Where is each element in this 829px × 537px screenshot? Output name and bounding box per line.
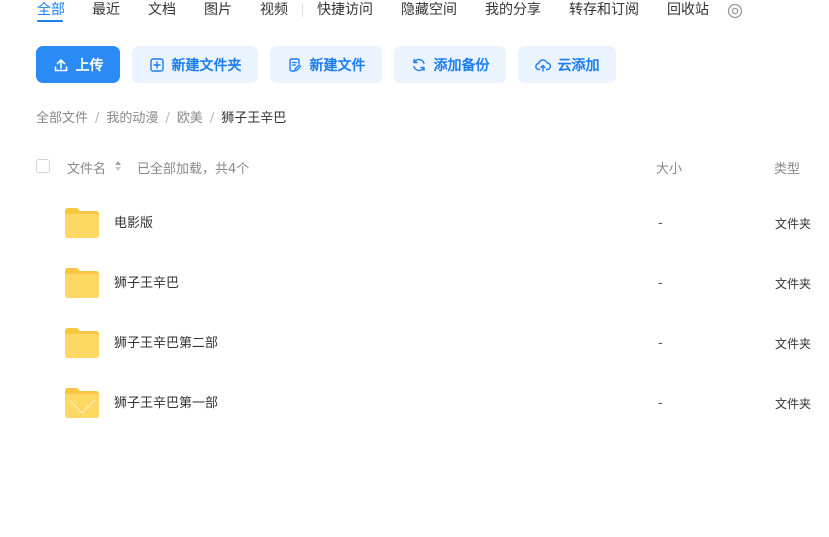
column-header-type[interactable]: 类型	[774, 158, 800, 177]
file-row[interactable]: 狮子王辛巴第一部 - 文件夹	[0, 374, 829, 434]
folder-icon	[64, 207, 100, 239]
breadcrumb-item-western[interactable]: 欧美	[177, 111, 203, 126]
new-file-label: 新建文件	[309, 57, 366, 74]
file-list-header: 文件名 已全部加载，共4个 大小 类型	[0, 155, 829, 179]
file-name[interactable]: 电影版	[114, 215, 153, 233]
file-size: -	[658, 336, 663, 351]
file-name[interactable]: 狮子王辛巴第二部	[114, 335, 218, 353]
file-size: -	[658, 276, 663, 291]
tab-hidden-space[interactable]: 隐藏空间	[401, 1, 457, 19]
sync-icon	[411, 57, 427, 73]
file-name[interactable]: 狮子王辛巴第一部	[114, 395, 218, 413]
tab-recent[interactable]: 最近	[92, 1, 120, 19]
sort-icon[interactable]	[114, 160, 122, 172]
new-file-icon	[287, 57, 303, 73]
tab-my-shares[interactable]: 我的分享	[485, 1, 541, 19]
file-row[interactable]: 狮子王辛巴 - 文件夹	[0, 254, 829, 314]
tab-divider	[302, 4, 303, 17]
cloud-add-button[interactable]: 云添加	[518, 46, 616, 83]
tab-all[interactable]: 全部	[37, 1, 65, 19]
breadcrumb-item-my-anime[interactable]: 我的动漫	[106, 111, 158, 126]
new-folder-label: 新建文件夹	[171, 57, 242, 74]
upload-icon	[53, 57, 69, 73]
breadcrumb-item-current: 狮子王辛巴	[221, 111, 287, 126]
breadcrumb-separator: /	[165, 111, 170, 126]
breadcrumb-separator: /	[95, 111, 100, 126]
column-header-name[interactable]: 文件名	[67, 158, 106, 177]
folder-icon	[64, 387, 100, 419]
active-tab-indicator	[37, 20, 63, 22]
settings-icon[interactable]	[727, 3, 743, 19]
cloud-upload-icon	[534, 57, 551, 73]
add-backup-button[interactable]: 添加备份	[394, 46, 506, 83]
category-tabs: 全部 最近 文档 图片 视频 快捷访问 隐藏空间 我的分享 转存和订阅 回收站	[0, 0, 829, 24]
select-all-checkbox[interactable]	[36, 159, 50, 173]
breadcrumb-separator: /	[209, 111, 215, 126]
breadcrumb-item-all-files[interactable]: 全部文件	[36, 111, 88, 126]
file-type: 文件夹	[775, 337, 812, 351]
tab-documents[interactable]: 文档	[148, 1, 176, 19]
cloud-add-label: 云添加	[557, 57, 600, 74]
tab-quick-access[interactable]: 快捷访问	[317, 1, 373, 19]
tab-recycle-bin[interactable]: 回收站	[667, 1, 709, 19]
file-row[interactable]: 电影版 - 文件夹	[0, 194, 829, 254]
file-type: 文件夹	[775, 217, 812, 231]
folder-icon	[64, 267, 100, 299]
new-folder-icon	[149, 57, 165, 73]
load-status-text: 已全部加载，共4个	[137, 162, 250, 177]
upload-button[interactable]: 上传	[36, 46, 120, 83]
tab-images[interactable]: 图片	[204, 1, 232, 19]
new-file-button[interactable]: 新建文件	[270, 46, 382, 83]
file-size: -	[658, 216, 663, 231]
add-backup-label: 添加备份	[433, 57, 490, 74]
file-size: -	[658, 396, 663, 411]
tab-transfer-subscribe[interactable]: 转存和订阅	[569, 1, 639, 19]
new-folder-button[interactable]: 新建文件夹	[132, 46, 258, 83]
file-type: 文件夹	[775, 397, 812, 411]
file-type: 文件夹	[775, 277, 812, 291]
file-name[interactable]: 狮子王辛巴	[114, 275, 179, 293]
upload-label: 上传	[75, 57, 104, 74]
tab-videos[interactable]: 视频	[260, 1, 288, 19]
file-row[interactable]: 狮子王辛巴第二部 - 文件夹	[0, 314, 829, 374]
folder-icon	[64, 327, 100, 359]
column-header-size[interactable]: 大小	[656, 158, 682, 177]
breadcrumb: 全部文件 / 我的动漫 / 欧美 / 狮子王辛巴	[36, 110, 286, 128]
